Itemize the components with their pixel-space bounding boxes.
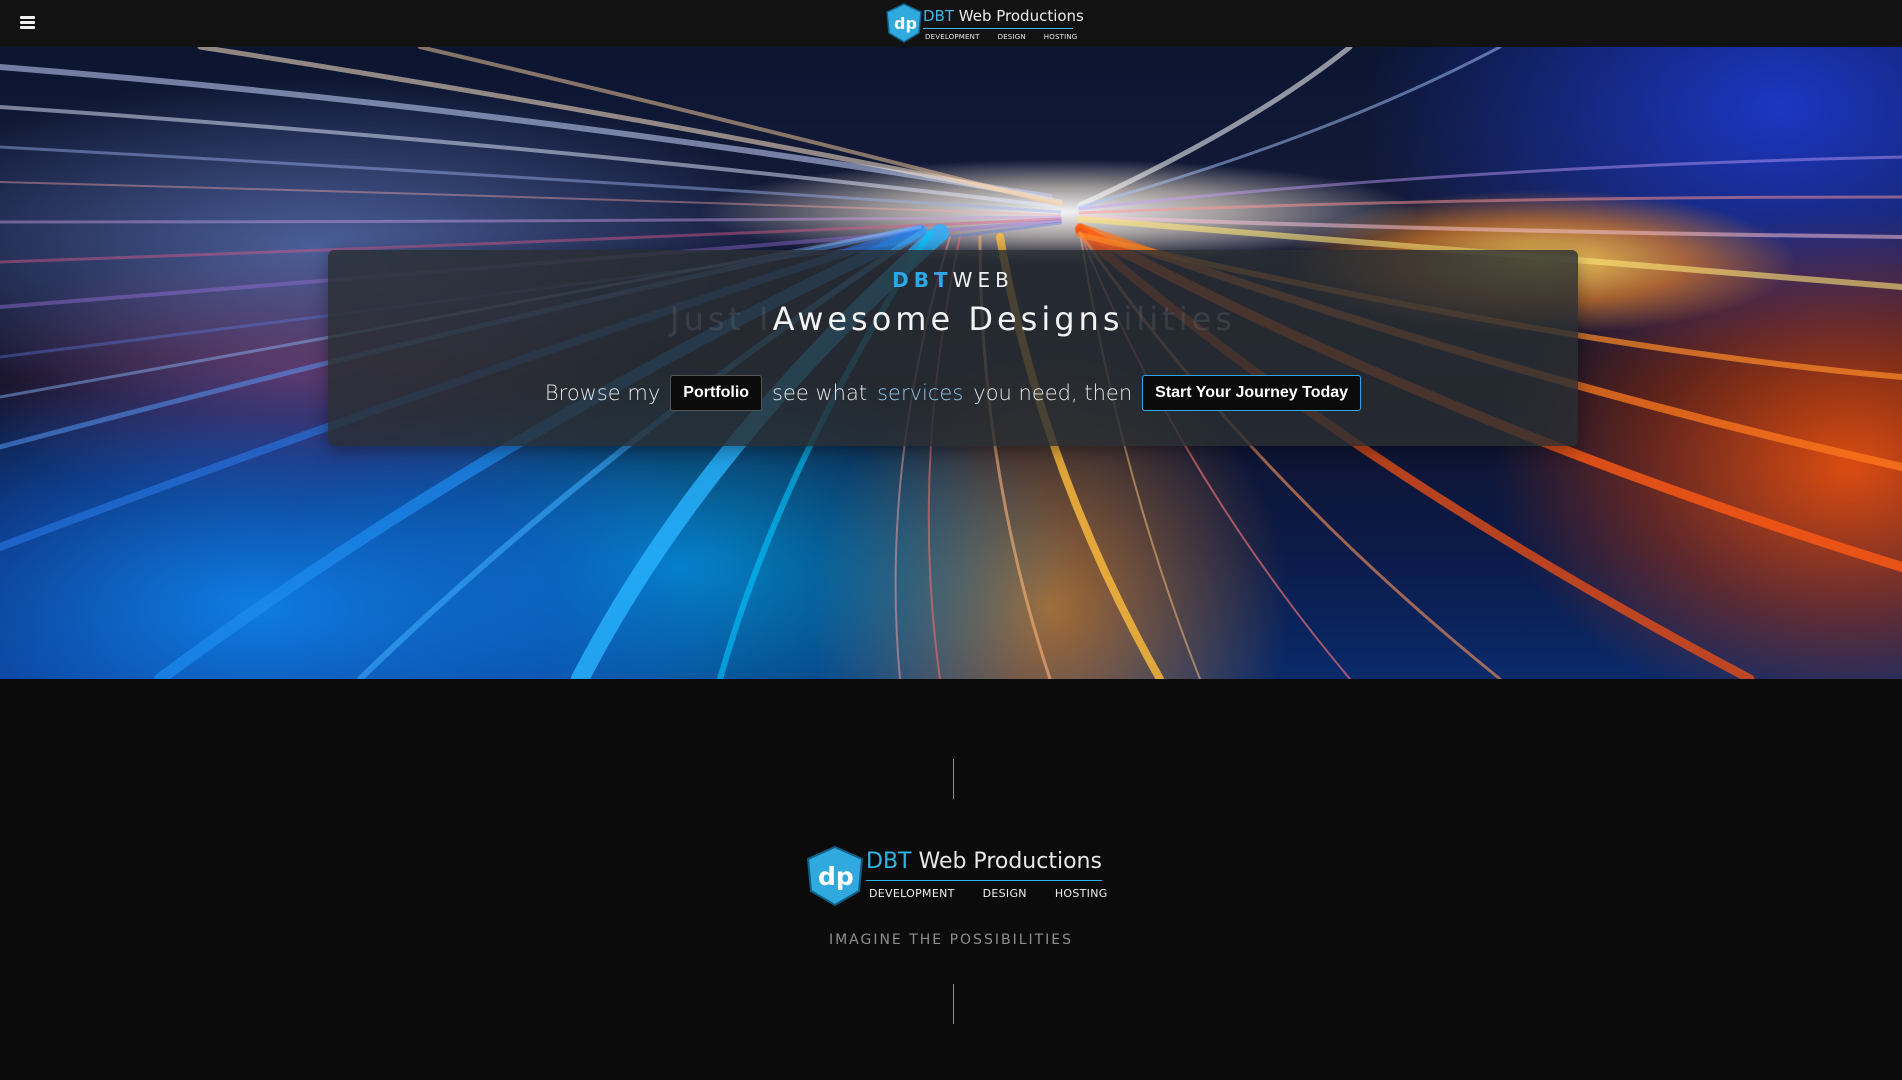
rotator-current-text: Awesome Designs [772, 300, 1124, 338]
logo-tag-design: DESIGN [997, 33, 1026, 41]
section-logo: dp DBT Web Productions DEVELOPMENT DESIG… [805, 845, 1108, 910]
cta-middle-2: you need, then [973, 381, 1133, 405]
navbar-logo[interactable]: dp DBT Web Productions DEVELOPMENT DESIG… [885, 3, 1084, 45]
top-navbar: dp DBT Web Productions DEVELOPMENT DESIG… [0, 0, 1902, 47]
logo-tags: DEVELOPMENT DESIGN HOSTING [869, 887, 1108, 900]
logo-underline [866, 880, 1102, 881]
logo-tag-development: DEVELOPMENT [869, 887, 955, 900]
rotator-fading-before: Just I [670, 300, 773, 338]
tagline: IMAGINE THE POSSIBILITIES [828, 932, 1074, 948]
hero-rotating-headline: Just IAwesome Designsilities [328, 300, 1578, 338]
services-link[interactable]: services [877, 381, 963, 405]
hamburger-menu-icon[interactable] [20, 16, 35, 29]
logo-underline [923, 28, 1073, 29]
dp-logo-icon: dp [806, 845, 864, 907]
rotator-fading-after: ilities [1123, 300, 1236, 338]
hero-banner: DBTWEB Just IAwesome Designsilities Brow… [0, 47, 1902, 679]
logo-tag-design: DESIGN [982, 887, 1027, 900]
logo-tag-hosting: HOSTING [1043, 33, 1078, 41]
start-journey-button[interactable]: Start Your Journey Today [1142, 375, 1362, 411]
divider-line-bottom [953, 984, 954, 1024]
logo-tag-hosting: HOSTING [1054, 887, 1108, 900]
hero-eyebrow: DBTWEB [892, 268, 1014, 292]
logo-tag-development: DEVELOPMENT [925, 33, 980, 41]
portfolio-button[interactable]: Portfolio [670, 375, 763, 411]
cta-prefix: Browse my [544, 381, 661, 405]
hero-cta-line: Browse my Portfolio see what services yo… [328, 375, 1578, 411]
intro-section: dp DBT Web Productions DEVELOPMENT DESIG… [0, 679, 1902, 1080]
logo-monogram: dp [818, 862, 854, 891]
logo-tags: DEVELOPMENT DESIGN HOSTING [925, 33, 1078, 41]
navbar-brand-name: DBT Web Productions [923, 7, 1084, 25]
cta-middle-1: see what [772, 381, 868, 405]
hero-card: DBTWEB Just IAwesome Designsilities Brow… [328, 250, 1578, 446]
section-brand-name: DBT Web Productions [866, 849, 1102, 874]
logo-monogram: dp [894, 14, 917, 33]
divider-line-top [953, 759, 954, 799]
dp-logo-icon: dp [886, 3, 922, 43]
